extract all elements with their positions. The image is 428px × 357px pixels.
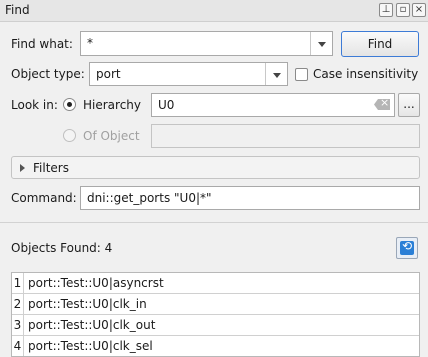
close-icon[interactable]: ×: [412, 3, 426, 17]
chevron-down-icon[interactable]: [310, 32, 332, 55]
divider: [0, 222, 428, 223]
object-type-label: Object type:: [11, 67, 85, 81]
row-index: 4: [12, 336, 24, 356]
of-object-input[interactable]: [151, 124, 420, 148]
object-type-select[interactable]: port: [89, 62, 288, 86]
find-what-combo[interactable]: *: [80, 31, 333, 56]
row-index: 2: [12, 294, 24, 314]
find-what-label: Find what:: [11, 37, 73, 51]
look-in-label: Look in:: [11, 98, 58, 112]
find-button[interactable]: Find: [341, 31, 419, 57]
row-name: port::Test::U0|asyncrst: [28, 276, 164, 290]
chevron-right-icon: [20, 164, 25, 172]
filters-expander[interactable]: Filters: [11, 156, 420, 179]
title-bar: Find ⊥ ▫ ×: [0, 0, 428, 22]
table-row[interactable]: 4 port::Test::U0|clk_sel: [12, 336, 419, 356]
find-what-value: *: [87, 36, 93, 50]
hierarchy-input[interactable]: U0: [151, 93, 395, 117]
float-icon[interactable]: ▫: [396, 3, 410, 17]
row-name: port::Test::U0|clk_in: [28, 297, 147, 311]
of-object-radio[interactable]: [63, 129, 76, 142]
row-index: 3: [12, 315, 24, 335]
command-value: dni::get_ports "U0|*": [87, 191, 212, 205]
command-input[interactable]: dni::get_ports "U0|*": [80, 186, 420, 210]
objects-found-label: Objects Found: 4: [11, 241, 113, 255]
chevron-down-icon[interactable]: [265, 63, 287, 85]
select-in-view-button[interactable]: [396, 237, 418, 259]
pin-icon[interactable]: ⊥: [379, 3, 393, 17]
hierarchy-value: U0: [158, 98, 175, 112]
hierarchy-radio[interactable]: [63, 98, 76, 111]
clear-icon[interactable]: [374, 99, 390, 110]
results-table[interactable]: 1 port::Test::U0|asyncrst 2 port::Test::…: [11, 272, 420, 357]
row-index: 1: [12, 273, 24, 293]
of-object-label: Of Object: [83, 129, 140, 143]
table-row[interactable]: 1 port::Test::U0|asyncrst: [12, 273, 419, 294]
row-name: port::Test::U0|clk_out: [28, 318, 156, 332]
case-insensitivity-label: Case insensitivity: [313, 67, 419, 81]
window-title: Find: [5, 3, 30, 17]
browse-button[interactable]: ...: [398, 93, 420, 117]
object-type-value: port: [96, 67, 121, 81]
command-label: Command:: [11, 191, 77, 205]
case-insensitivity-checkbox[interactable]: [295, 68, 308, 81]
locate-icon: [400, 239, 414, 255]
filters-label: Filters: [33, 161, 69, 175]
row-name: port::Test::U0|clk_sel: [28, 339, 153, 353]
table-row[interactable]: 2 port::Test::U0|clk_in: [12, 294, 419, 315]
table-row[interactable]: 3 port::Test::U0|clk_out: [12, 315, 419, 336]
hierarchy-label: Hierarchy: [83, 98, 142, 112]
